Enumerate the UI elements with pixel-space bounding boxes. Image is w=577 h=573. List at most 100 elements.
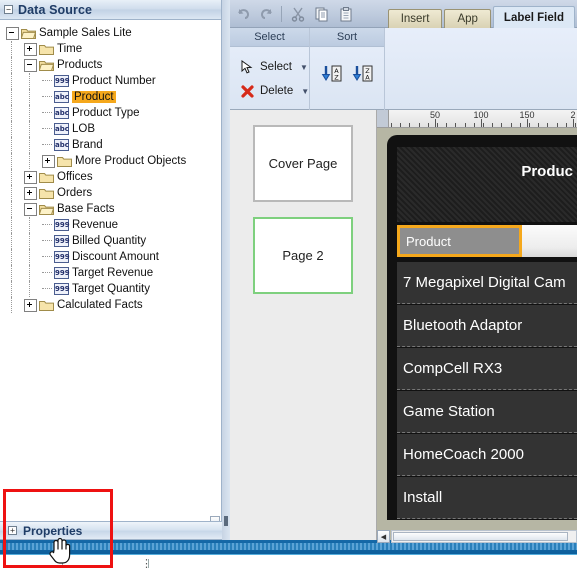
tree-guide-line — [29, 217, 30, 233]
folder-open-icon — [39, 59, 54, 71]
tree-guide-line — [11, 105, 12, 121]
tree-node[interactable]: abc Product Type — [6, 105, 221, 121]
hand-cursor-icon — [49, 537, 71, 564]
collapse-minus-icon[interactable] — [24, 202, 37, 216]
tree-node-label: Billed Quantity — [72, 235, 147, 247]
tree-node[interactable]: More Product Objects — [6, 153, 221, 169]
data-source-header: − Data Source — [0, 0, 221, 20]
tree-node[interactable]: 999 Discount Amount — [6, 249, 221, 265]
tree-node[interactable]: 999 Product Number — [6, 73, 221, 89]
horizontal-scrollbar[interactable]: ◀ — [377, 530, 577, 544]
tab-label-field[interactable]: Label Field — [492, 6, 575, 28]
report-row[interactable]: CompCell RX3 — [397, 348, 577, 390]
report-row[interactable]: HomeCoach 2000 — [397, 434, 577, 476]
ruler-tick — [483, 123, 484, 127]
tree-node[interactable]: Orders — [6, 185, 221, 201]
folder-open-icon — [39, 203, 54, 215]
bottom-strip: ⋮ — [0, 554, 577, 573]
splitter-grip[interactable] — [224, 516, 228, 526]
paste-icon[interactable] — [335, 3, 357, 25]
tree-guide-line — [29, 73, 30, 89]
tree-guide-line — [11, 73, 12, 89]
cut-icon[interactable] — [287, 3, 309, 25]
page-thumbnail[interactable]: Cover Page — [253, 125, 353, 202]
tree-node[interactable]: 999 Target Quantity — [6, 281, 221, 297]
tree-leaf-connector — [42, 112, 52, 114]
column-header-product[interactable]: Product — [397, 225, 522, 257]
tree-node[interactable]: Time — [6, 41, 221, 57]
tree-guide-line — [11, 185, 12, 201]
chevron-down-icon[interactable]: ▼ — [300, 63, 308, 72]
tree-node[interactable]: Sample Sales Lite — [6, 25, 221, 41]
tab-insert[interactable]: Insert — [387, 9, 443, 28]
folder-icon — [39, 171, 54, 183]
expand-plus-icon[interactable] — [42, 154, 55, 168]
ruler-tick — [400, 123, 402, 127]
select-button[interactable]: Select ▼ — [230, 55, 309, 79]
scrollbar-track[interactable] — [391, 530, 577, 543]
abc-text-icon: abc — [54, 139, 69, 151]
tree-node-label: Base Facts — [57, 203, 115, 215]
ribbon-group-sort-title: Sort — [310, 28, 384, 47]
tree-guide-line — [11, 57, 12, 73]
tree-node[interactable]: Calculated Facts — [6, 297, 221, 313]
999-number-icon: 999 — [54, 267, 70, 279]
abc-text-icon: abc — [54, 91, 69, 103]
tree-node[interactable]: Offices — [6, 169, 221, 185]
expand-plus-icon[interactable] — [24, 298, 37, 312]
sort-descending-za-icon[interactable]: Z A — [352, 63, 374, 88]
undo-icon[interactable] — [232, 3, 254, 25]
scrollbar-thumb[interactable] — [393, 532, 568, 541]
tab-app[interactable]: App — [444, 9, 491, 28]
tree-node[interactable]: abc Product — [6, 89, 221, 105]
tree-node[interactable]: abc Brand — [6, 137, 221, 153]
scroll-left-arrow-icon[interactable]: ◀ — [377, 530, 390, 543]
expand-plus-icon[interactable] — [24, 170, 37, 184]
report-row[interactable]: Bluetooth Adaptor — [397, 305, 577, 347]
properties-bar[interactable]: + Properties — [0, 521, 222, 540]
report-row[interactable]: 7 Megapixel Digital Cam — [397, 262, 577, 304]
tree-leaf-connector — [42, 224, 52, 226]
tree-node-label: Discount Amount — [72, 251, 159, 263]
collapse-minus-icon[interactable] — [6, 26, 19, 40]
tree-node-label: Target Quantity — [72, 283, 150, 295]
delete-button[interactable]: Delete ▼ — [230, 79, 309, 103]
tree-guide-line — [29, 153, 30, 169]
page-thumbnail[interactable]: Page 2 — [253, 217, 353, 294]
data-source-panel: − Data Source Sample Sales Lite Time Produ… — [0, 0, 222, 540]
expand-plus-icon[interactable] — [24, 42, 37, 56]
tree-node[interactable]: 999 Revenue — [6, 217, 221, 233]
report-row[interactable]: Game Station — [397, 391, 577, 433]
tree-node-label: Offices — [57, 171, 93, 183]
ruler-tick — [418, 123, 420, 127]
abc-text-icon: abc — [54, 107, 69, 119]
ruler-tick — [455, 123, 457, 127]
folder-icon — [39, 43, 54, 55]
minus-box-icon[interactable]: − — [4, 5, 13, 14]
tree-node[interactable]: 999 Billed Quantity — [6, 233, 221, 249]
report-row[interactable]: Install — [397, 477, 577, 519]
sort-ascending-az-icon[interactable]: A Z — [321, 63, 343, 88]
tree-node[interactable]: 999 Target Revenue — [6, 265, 221, 281]
page-title: Data Source — [18, 2, 93, 17]
tree-node-label: Orders — [57, 187, 93, 199]
tree-node-label: More Product Objects — [75, 155, 187, 167]
copy-icon[interactable] — [311, 3, 333, 25]
expand-plus-icon[interactable] — [24, 186, 37, 200]
tree-node[interactable]: abc LOB — [6, 121, 221, 137]
collapse-minus-icon[interactable] — [24, 58, 37, 72]
tree-node-label: Product Number — [72, 75, 156, 87]
redo-icon[interactable] — [256, 3, 278, 25]
tree-leaf-connector — [42, 128, 52, 130]
tree-node[interactable]: Products — [6, 57, 221, 73]
plus-box-icon[interactable]: + — [8, 526, 17, 535]
ruler-label: 50 — [429, 110, 441, 120]
tree-guide-line — [11, 121, 12, 137]
ribbon: Select Select ▼ Delete ▼ Sort A Z Z A — [230, 28, 577, 110]
ruler-tick — [547, 123, 549, 127]
tree-node[interactable]: Base Facts — [6, 201, 221, 217]
ruler-tick — [556, 123, 558, 127]
report-preview: Produc Product R 7 Megapixel Digital Cam… — [387, 135, 577, 520]
ruler-label: 2 — [570, 110, 576, 120]
chevron-down-icon[interactable]: ▼ — [301, 87, 309, 96]
